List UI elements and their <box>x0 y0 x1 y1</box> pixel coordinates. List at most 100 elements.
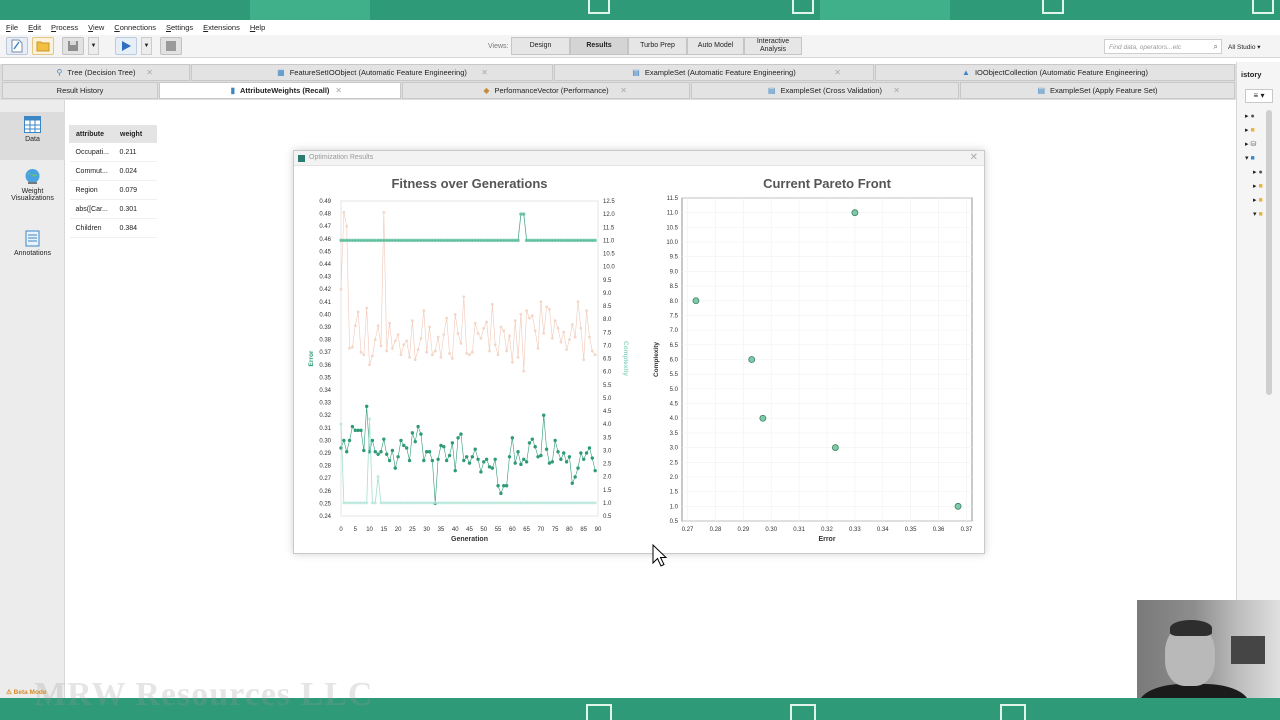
data-point-complexity <box>582 501 586 505</box>
data-point-complexity <box>547 501 551 505</box>
view-results-button[interactable]: Results <box>570 37 628 55</box>
new-process-icon[interactable] <box>6 37 28 55</box>
tree-node[interactable]: ▸ ■ <box>1253 182 1263 190</box>
menu-view[interactable]: View <box>88 23 104 32</box>
x-tick-label: 0.28 <box>710 527 722 533</box>
y-tick-label: 0.35 <box>319 375 331 381</box>
performance-icon: ◆ <box>483 86 490 95</box>
close-tab-icon[interactable]: ✕ <box>335 86 342 95</box>
data-point-error <box>359 350 363 354</box>
run-process-icon[interactable] <box>115 37 137 55</box>
weight-cell: 0.384 <box>113 218 157 238</box>
data-point-error <box>413 358 417 362</box>
x-tick-label: 0.36 <box>933 527 945 533</box>
tab-performance-vector[interactable]: ◆ PerformanceVector (Performance) ✕ <box>402 82 690 99</box>
dialog-title-bar[interactable]: Optimization Results ✕ <box>294 151 984 166</box>
close-tab-icon[interactable]: ✕ <box>620 86 627 95</box>
tree-icon: ⚲ <box>56 68 63 77</box>
data-point-error <box>436 457 440 461</box>
tab-decision-tree[interactable]: ⚲ Tree (Decision Tree) ✕ <box>2 64 190 81</box>
tab-ioobject-collection[interactable]: ▲ IOObjectCollection (Automatic Feature … <box>875 64 1235 81</box>
view-design-button[interactable]: Design <box>511 37 570 55</box>
open-folder-icon[interactable] <box>32 37 54 55</box>
data-point-complexity <box>522 212 526 216</box>
data-point-complexity <box>436 501 440 505</box>
tab-exampleset-apply[interactable]: ▤ ExampleSet (Apply Feature Set) <box>960 82 1235 99</box>
tree-node[interactable]: ▸ ■ <box>1253 196 1263 204</box>
panel-menu-icon[interactable]: ≡ ▾ <box>1245 89 1273 103</box>
data-point-complexity <box>456 501 460 505</box>
view-turbo-prep-button[interactable]: Turbo Prep <box>628 37 687 55</box>
tree-node[interactable]: ▸ ● <box>1253 168 1263 176</box>
menu-process[interactable]: Process <box>51 23 78 32</box>
y-tick-label: 0.29 <box>319 451 331 457</box>
save-icon[interactable] <box>62 37 84 55</box>
data-point-error <box>453 468 457 473</box>
table-row[interactable]: Commut... 0.024 <box>69 161 157 181</box>
y-tick-label: 11.0 <box>667 211 679 217</box>
tree-node[interactable]: ▸ ■ <box>1245 126 1255 134</box>
y-tick-label: 5.5 <box>670 372 679 378</box>
close-dialog-icon[interactable]: ✕ <box>970 152 978 163</box>
tree-node[interactable]: ▸ ● <box>1245 112 1255 120</box>
menu-file[interactable]: File <box>6 23 18 32</box>
data-point-error <box>582 457 586 461</box>
close-tab-icon[interactable]: ✕ <box>834 68 841 77</box>
y-tick-label: 5.0 <box>670 387 679 393</box>
menu-settings[interactable]: Settings <box>166 23 193 32</box>
data-point-error <box>539 300 543 304</box>
sidebar-item-data[interactable]: Data <box>0 112 65 160</box>
data-point-complexity <box>339 422 343 426</box>
column-header-weight[interactable]: weight <box>113 125 157 143</box>
optimization-results-dialog: Optimization Results ✕ Fitness over Gene… <box>293 150 985 554</box>
column-header-attribute[interactable]: attribute <box>69 125 114 143</box>
data-point-error <box>345 450 349 454</box>
data-point-complexity <box>579 501 583 505</box>
tab-result-history[interactable]: Result History <box>2 82 158 99</box>
menu-help[interactable]: Help <box>250 23 265 32</box>
menu-connections[interactable]: Connections <box>114 23 156 32</box>
tree-node[interactable]: ▾ ■ <box>1253 210 1263 218</box>
table-row[interactable]: Children 0.384 <box>69 218 157 238</box>
global-search-input[interactable]: Find data, operators...etc ⌕ <box>1104 39 1222 54</box>
beta-mode-badge[interactable]: ⚠ Beta Mode <box>6 688 47 696</box>
data-point-error <box>576 466 580 470</box>
table-row[interactable]: Occupati... 0.211 <box>69 142 157 162</box>
data-point-error <box>442 333 446 336</box>
close-tab-icon[interactable]: ✕ <box>146 68 153 77</box>
table-row[interactable]: abs([Car... 0.301 <box>69 199 157 219</box>
sidebar-item-weight-visualizations[interactable]: Weight Visualizations <box>0 168 65 202</box>
data-point-complexity <box>373 501 377 505</box>
tab-featureset-ioobject[interactable]: ▦ FeatureSetIOObject (Automatic Feature … <box>191 64 553 81</box>
save-dropdown-icon[interactable]: ▼ <box>88 37 99 55</box>
data-point-error <box>382 437 386 441</box>
y2-tick-label: 6.0 <box>603 370 612 376</box>
sidebar-item-label: Annotations <box>14 250 51 257</box>
data-point-error <box>530 437 535 441</box>
tree-node[interactable]: ▾ ■ <box>1245 154 1255 162</box>
data-point-complexity <box>442 501 446 505</box>
sidebar-item-annotations[interactable]: Annotations <box>0 230 65 257</box>
tab-exampleset-afe[interactable]: ▤ ExampleSet (Automatic Feature Engineer… <box>554 64 874 81</box>
close-tab-icon[interactable]: ✕ <box>893 86 900 95</box>
feature-set-icon: ▦ <box>277 68 285 77</box>
view-interactive-analysis-button[interactable]: Interactive Analysis <box>744 37 802 55</box>
studio-selector[interactable]: All Studio ▾ <box>1228 43 1261 51</box>
tab-attribute-weights[interactable]: ▮ AttributeWeights (Recall) ✕ <box>159 82 401 99</box>
tab-exampleset-cv[interactable]: ▤ ExampleSet (Cross Validation) ✕ <box>691 82 959 99</box>
close-tab-icon[interactable]: ✕ <box>481 68 488 77</box>
data-point-error <box>430 353 434 357</box>
tab-label: FeatureSetIOObject (Automatic Feature En… <box>289 68 467 77</box>
y-tick-label: 0.27 <box>319 476 331 482</box>
view-auto-model-button[interactable]: Auto Model <box>687 37 744 55</box>
menu-extensions[interactable]: Extensions <box>203 23 240 32</box>
tree-node[interactable]: ▸ ⛁ <box>1245 140 1256 148</box>
run-dropdown-icon[interactable]: ▼ <box>141 37 152 55</box>
search-icon[interactable]: ⌕ <box>1214 42 1218 52</box>
attribute-cell: Commut... <box>69 161 114 181</box>
table-row[interactable]: Region 0.079 <box>69 180 157 200</box>
stop-process-icon[interactable] <box>160 37 182 55</box>
panel-scrollbar[interactable] <box>1266 110 1272 395</box>
menu-edit[interactable]: Edit <box>28 23 41 32</box>
data-point-complexity <box>536 501 540 505</box>
